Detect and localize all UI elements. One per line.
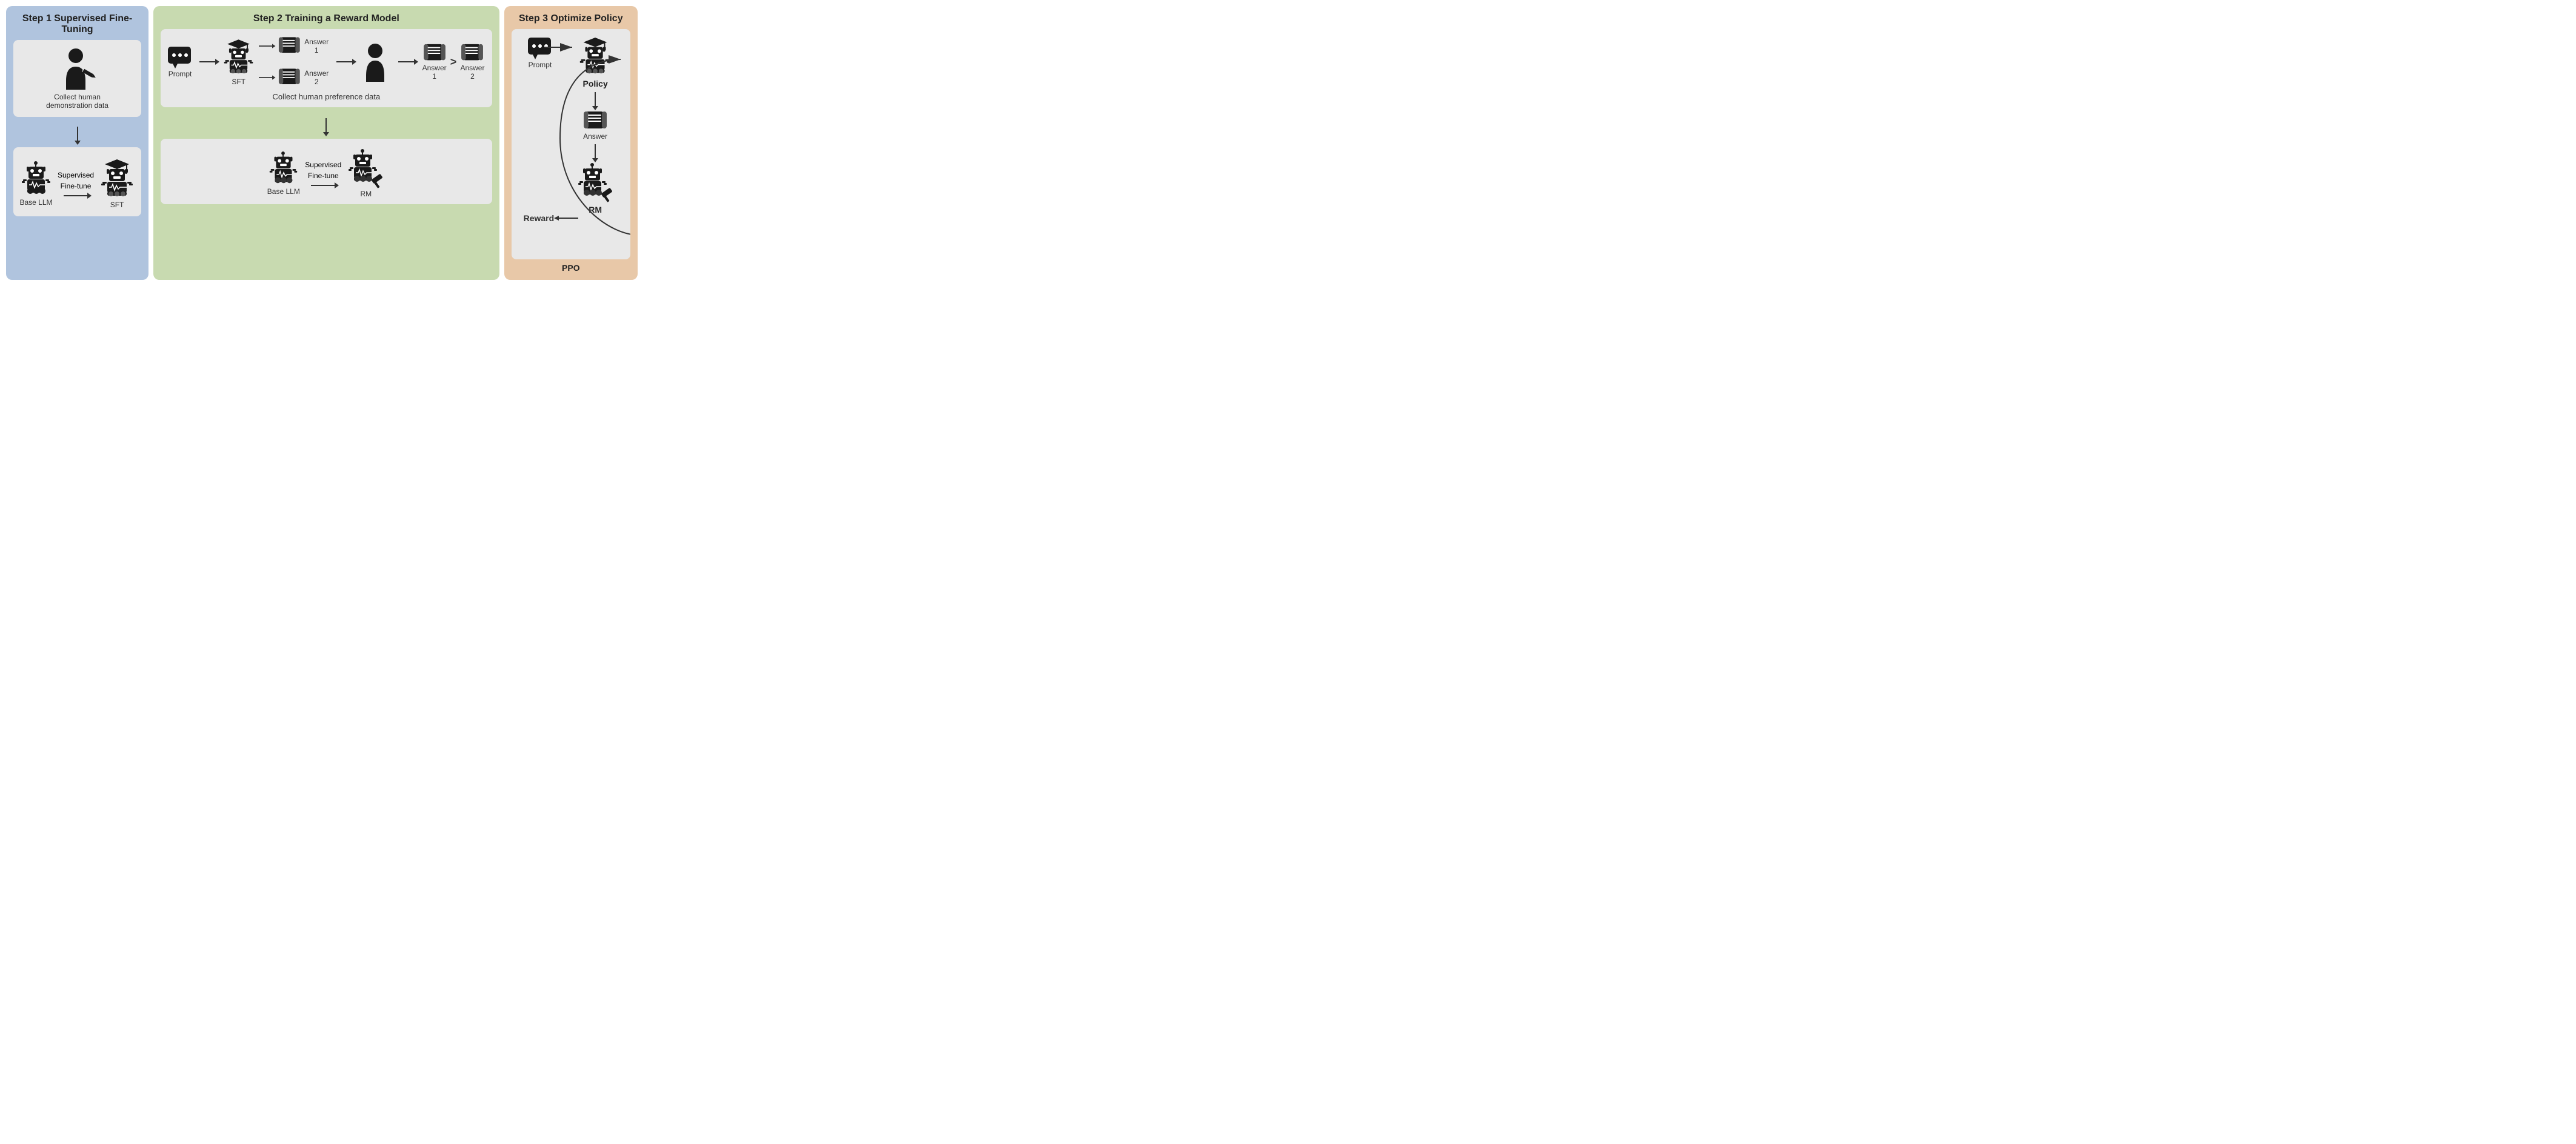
- pref-answer2-scroll: [461, 43, 484, 64]
- base-llm-label-step2: Base LLM: [267, 187, 300, 196]
- step1-top-box: Collect human demonstration data: [13, 40, 141, 117]
- prompt-label-step3: Prompt: [529, 61, 552, 69]
- finetune-label2: Fine-tune: [61, 182, 92, 191]
- base-llm-robot-step2: [267, 151, 300, 187]
- reward-label: Reward: [524, 213, 555, 223]
- step1-bottom-box: Base LLM Supervised Fine-tune: [13, 147, 141, 216]
- pref-answer2-label: Answer 2: [459, 64, 486, 81]
- finetune-label1-step2: Supervised: [305, 161, 341, 170]
- step3-panel: Step 3 Optimize Policy Prompt: [504, 6, 638, 280]
- ppo-label: PPO: [512, 263, 630, 273]
- step2-bottom-box: Base LLM Supervised Fine-tune: [161, 139, 492, 204]
- rm-label-step2: RM: [361, 190, 372, 198]
- pref-answer1-label: Answer 1: [421, 64, 447, 81]
- step1-title: Step 1 Supervised Fine-Tuning: [13, 13, 141, 35]
- reward-arrow: [554, 215, 578, 222]
- answer1-label: Answer 1: [302, 38, 330, 55]
- policy-robot-icon: [577, 36, 613, 78]
- sft-label-step1: SFT: [110, 201, 124, 209]
- step2-title: Step 2 Training a Reward Model: [253, 13, 399, 24]
- finetune-label2-step2: Fine-tune: [308, 171, 339, 181]
- prompt-label-step2: Prompt: [169, 70, 192, 78]
- answer1-scroll-icon: [278, 35, 301, 57]
- answer-scroll-icon: [583, 110, 607, 132]
- rm-robot-icon: [346, 148, 385, 190]
- prompt-chat-icon-step3: [527, 36, 553, 61]
- step1-arrow-down: [77, 127, 78, 141]
- step2-to-human-arrow: [336, 61, 353, 62]
- human-labeler-icon: [359, 42, 392, 82]
- arrow-answer1: [259, 42, 276, 50]
- step2-arrow-down: [325, 118, 327, 133]
- step2-panel: Step 2 Training a Reward Model Prompt: [153, 6, 499, 280]
- answer-label-step3: Answer: [583, 132, 607, 141]
- step2-finetune-arrow: [311, 185, 335, 186]
- answer2-label: Answer 2: [302, 69, 330, 86]
- gt-sign: >: [450, 56, 457, 68]
- collect-preference-label: Collect human preference data: [272, 92, 380, 101]
- base-llm-label: Base LLM: [19, 198, 52, 207]
- sft-robot-icon-step2: [222, 38, 255, 78]
- pref-answer1-scroll: [423, 43, 446, 64]
- step3-title: Step 3 Optimize Policy: [519, 13, 623, 24]
- step1-collect-label: Collect human demonstration data: [46, 93, 108, 110]
- prompt-chat-icon-step2: [167, 45, 193, 70]
- step2-prompt-arrow: [199, 61, 216, 62]
- policy-label: Policy: [583, 79, 608, 88]
- step1-finetune-arrow: [64, 195, 88, 196]
- step2-human-to-pref-arrow: [398, 61, 415, 62]
- answer-to-rm-arrow: [595, 144, 596, 159]
- answer2-scroll-icon: [278, 67, 301, 88]
- base-llm-robot-icon: [19, 161, 53, 198]
- sft-label-step2: SFT: [232, 78, 245, 86]
- arrow-answer2: [259, 74, 276, 81]
- finetune-label1: Supervised: [58, 171, 94, 181]
- human-with-pencil-icon: [56, 47, 99, 93]
- rm-robot-icon-step3: [576, 162, 615, 204]
- step1-panel: Step 1 Supervised Fine-Tuning Collect hu…: [6, 6, 148, 280]
- step2-top-box: Prompt: [161, 29, 492, 107]
- policy-to-answer-arrow: [595, 92, 596, 107]
- rm-label-step3: RM: [589, 205, 602, 215]
- sft-robot-icon: [99, 158, 135, 201]
